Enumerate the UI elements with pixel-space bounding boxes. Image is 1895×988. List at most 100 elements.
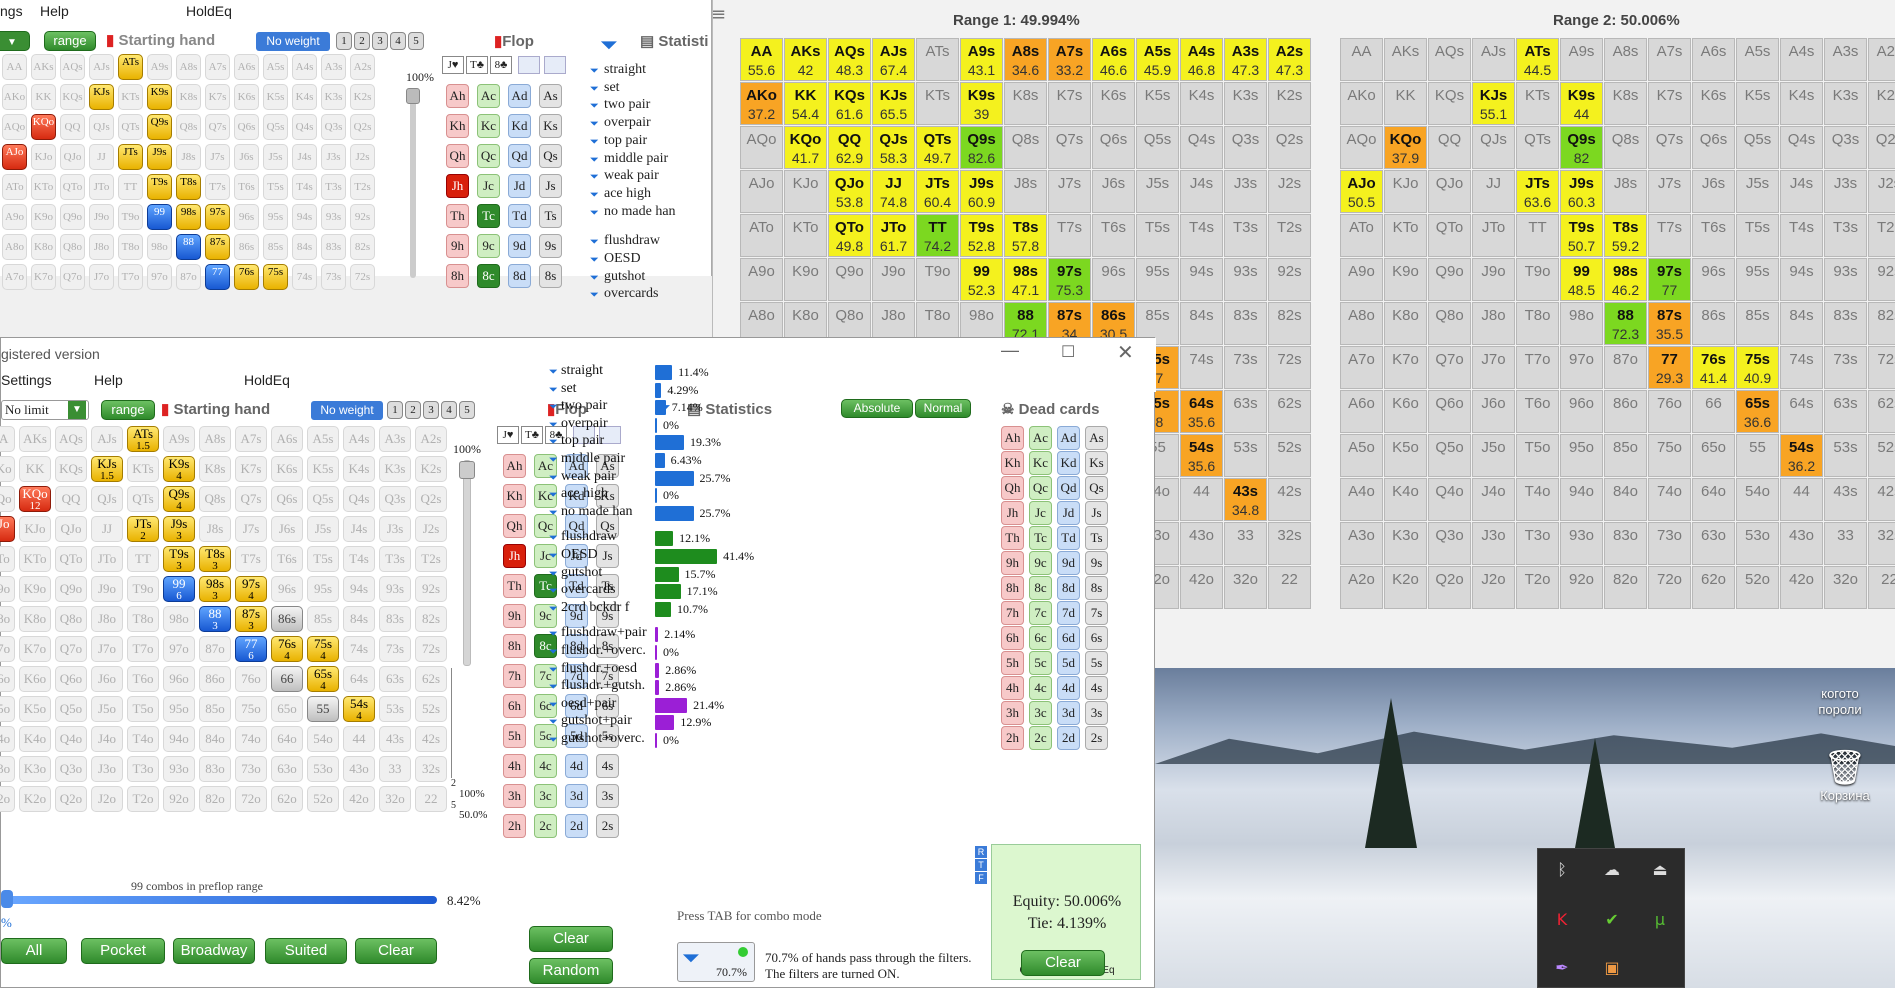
card-8d[interactable]: 8d <box>508 264 531 288</box>
hand-cell[interactable]: T9o <box>127 576 159 602</box>
range-cell[interactable]: T2s <box>1868 214 1895 257</box>
hand-cell[interactable]: AJs <box>89 54 114 80</box>
range-cell[interactable]: Q2o <box>1428 566 1471 609</box>
hand-cell[interactable]: 65o <box>271 696 303 722</box>
range-cell[interactable]: JJ <box>1472 170 1515 213</box>
hand-cell[interactable]: 87s <box>205 234 230 260</box>
hand-cell[interactable]: Q9o <box>60 204 85 230</box>
hand-cell[interactable]: 65s 4 <box>307 666 339 692</box>
range-cell[interactable]: KQo 37.9 <box>1384 126 1427 169</box>
hand-cell[interactable]: 75s <box>263 264 288 290</box>
filter-icon[interactable]: ⏷ <box>549 384 560 395</box>
hand-cell[interactable]: Q8s <box>176 114 201 140</box>
filter-icon[interactable]: ⏷ <box>549 646 560 657</box>
hand-cell[interactable]: 62s <box>415 666 447 692</box>
card-9h[interactable]: 9h <box>446 234 469 258</box>
no-weight-button[interactable]: No weight <box>311 401 383 420</box>
close-icon[interactable]: ✕ <box>1117 340 1134 365</box>
hand-cell[interactable]: 72o <box>235 786 267 812</box>
range-cell[interactable]: Q5o <box>1428 434 1471 477</box>
range-cell[interactable]: A7s 33.2 <box>1048 38 1091 81</box>
hand-cell[interactable]: T9o <box>118 204 143 230</box>
range-cell[interactable]: J7o <box>1472 346 1515 389</box>
hand-cell[interactable]: K8o <box>31 234 56 260</box>
hand-cell[interactable]: 98o <box>163 606 195 632</box>
range-cell[interactable]: K7s <box>1048 82 1091 125</box>
range-cell[interactable]: J5s <box>1136 170 1179 213</box>
hand-cell[interactable]: QTs <box>118 114 143 140</box>
range-cell[interactable]: 52s <box>1868 434 1895 477</box>
range-cell[interactable]: A8s <box>1604 38 1647 81</box>
card-8c[interactable]: 8c <box>1029 576 1052 600</box>
hand-cell[interactable]: 92s <box>350 204 375 230</box>
range-cell[interactable]: K5s <box>1136 82 1179 125</box>
hand-cell[interactable]: 93s <box>379 576 411 602</box>
hand-cell[interactable]: 87o <box>176 264 201 290</box>
range-cell[interactable]: 93o <box>1560 522 1603 565</box>
slider-handle[interactable] <box>459 461 475 479</box>
hand-cell[interactable]: 86o <box>199 666 231 692</box>
range-cell[interactable]: KJs 65.5 <box>872 82 915 125</box>
range-cell[interactable]: Q9o <box>1428 258 1471 301</box>
card-7s[interactable]: 7s <box>1085 601 1108 625</box>
range-cell[interactable]: J8o <box>1472 302 1515 345</box>
card-Qs[interactable]: Qs <box>539 144 562 168</box>
hand-cell[interactable]: J6o <box>91 666 123 692</box>
board-slot[interactable]: 8♣ <box>490 56 512 74</box>
range-cell[interactable]: A3s 47.3 <box>1224 38 1267 81</box>
hand-cell[interactable]: 73s <box>379 636 411 662</box>
hand-cell[interactable]: T5s <box>307 546 339 572</box>
card-9c[interactable]: 9c <box>477 234 500 258</box>
hand-cell[interactable]: 86s <box>271 606 303 632</box>
card-9c[interactable]: 9c <box>1029 551 1052 575</box>
range-cell[interactable]: J2o <box>1472 566 1515 609</box>
filter-icon[interactable]: ⏷ <box>549 366 560 377</box>
range-cell[interactable]: K6o <box>1384 390 1427 433</box>
hand-cell[interactable]: 94s <box>343 576 375 602</box>
card-Ad[interactable]: Ad <box>508 84 531 108</box>
hand-cell[interactable]: A3s <box>321 54 346 80</box>
hand-cell[interactable]: Q7o <box>55 636 87 662</box>
card-Th[interactable]: Th <box>503 574 526 598</box>
filter-icon[interactable]: ⏷ <box>549 472 560 483</box>
hand-cell[interactable]: KQo <box>31 114 56 140</box>
hand-cell[interactable]: AA <box>0 426 15 452</box>
range-cell[interactable]: 82s <box>1868 302 1895 345</box>
range-cell[interactable]: 87s 35.5 <box>1648 302 1691 345</box>
hand-cell[interactable]: T6s <box>271 546 303 572</box>
range-cell[interactable]: QTo 49.8 <box>828 214 871 257</box>
card-Ac[interactable]: Ac <box>1029 426 1052 450</box>
hand-cell[interactable]: A9s <box>147 54 172 80</box>
range-cell[interactable]: A7s <box>1648 38 1691 81</box>
hand-cell[interactable]: 77 6 <box>235 636 267 662</box>
range-cell[interactable]: 63s <box>1224 390 1267 433</box>
hand-cell[interactable]: J2o <box>91 786 123 812</box>
range-cell[interactable]: K3s <box>1224 82 1267 125</box>
hand-cell[interactable]: J9s 3 <box>163 516 195 542</box>
hand-cell[interactable]: T2s <box>415 546 447 572</box>
range-cell[interactable]: 22 <box>1868 566 1895 609</box>
range-cell[interactable]: 63o <box>1692 522 1735 565</box>
range-cell[interactable]: K3s <box>1824 82 1867 125</box>
range-cell[interactable]: 98s 46.2 <box>1604 258 1647 301</box>
game-type-select[interactable]: No limit ▼ <box>1 400 89 420</box>
card-9h[interactable]: 9h <box>503 604 526 628</box>
hand-cell[interactable]: A3o <box>0 756 15 782</box>
filter-icon[interactable]: ⏷ <box>590 236 601 247</box>
hand-cell[interactable]: K4o <box>19 726 51 752</box>
range-cell[interactable]: Q9s 82 <box>1560 126 1603 169</box>
filter-icon[interactable]: ⏷ <box>590 254 601 265</box>
filter-icon[interactable]: ⏷ <box>549 550 560 561</box>
card-Ad[interactable]: Ad <box>1057 426 1080 450</box>
slider-handle[interactable] <box>406 88 420 104</box>
hand-cell[interactable]: A8o <box>0 606 15 632</box>
hand-cell[interactable]: AKs <box>31 54 56 80</box>
hand-cell[interactable]: Q5s <box>263 114 288 140</box>
hand-cell[interactable]: T7s <box>235 546 267 572</box>
filter-icon[interactable]: ⏷ <box>549 699 560 710</box>
range-cell[interactable]: 96s <box>1692 258 1735 301</box>
range-cell[interactable]: A5o <box>1340 434 1383 477</box>
card-Jd[interactable]: Jd <box>1057 501 1080 525</box>
hand-cell[interactable]: Q8o <box>60 234 85 260</box>
hand-cell[interactable]: 22 <box>415 786 447 812</box>
